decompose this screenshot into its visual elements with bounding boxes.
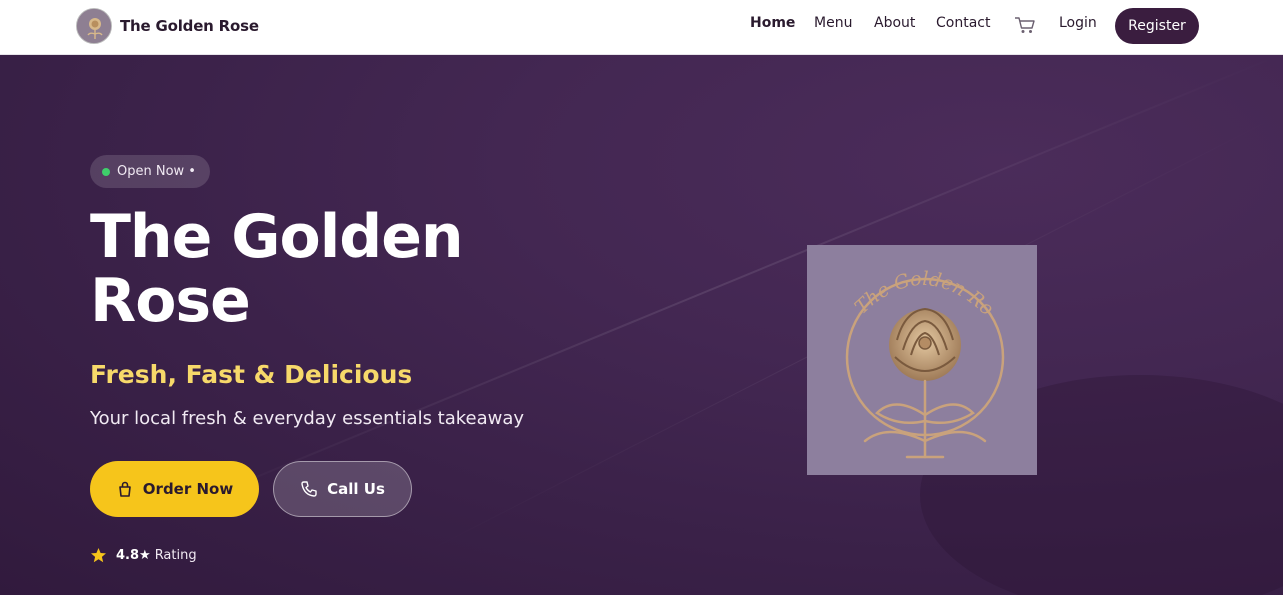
status-dot-icon [102, 167, 110, 176]
open-now-text: Open Now • [117, 164, 196, 179]
nav-link-menu[interactable]: Menu [814, 15, 852, 31]
hero-tagline: Fresh, Fast & Delicious [90, 360, 413, 389]
rating: 4.8★ Rating [90, 545, 197, 565]
navbar: The Golden Rose Home Menu About Contact … [0, 0, 1283, 55]
shopping-bag-icon [116, 480, 134, 498]
star-icon [90, 547, 107, 564]
hero-title: The Golden Rose [90, 202, 464, 336]
brand-name: The Golden Rose [120, 17, 259, 35]
rating-value: 4.8★ [116, 547, 151, 563]
nav-link-home[interactable]: Home [750, 15, 795, 31]
brand-logo-icon [76, 8, 112, 44]
hero-section: Open Now • The Golden Rose Fresh, Fast &… [0, 55, 1283, 595]
order-now-label: Order Now [142, 480, 234, 498]
hero-description: Your local fresh & everyday essentials t… [90, 408, 525, 429]
rating-label: Rating [154, 547, 197, 563]
call-us-button[interactable]: Call Us [273, 461, 412, 517]
order-now-button[interactable]: Order Now [90, 461, 259, 517]
nav-link-about[interactable]: About [874, 15, 915, 31]
nav-link-login[interactable]: Login [1059, 15, 1097, 31]
brand[interactable]: The Golden Rose [76, 8, 259, 44]
phone-icon [300, 480, 318, 498]
call-us-label: Call Us [327, 480, 385, 498]
nav-link-contact[interactable]: Contact [936, 15, 990, 31]
open-now-badge: Open Now • [90, 155, 210, 188]
golden-rose-logo-image: The Golden Rose [807, 245, 1037, 475]
cart-icon[interactable] [1014, 15, 1036, 35]
register-button[interactable]: Register [1115, 8, 1199, 44]
